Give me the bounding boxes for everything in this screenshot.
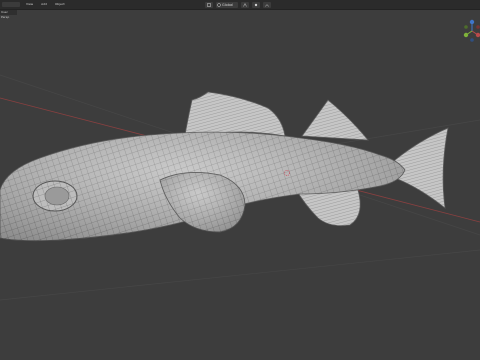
dorsal-fin-front [184, 91, 286, 137]
navigation-gizmo-icon[interactable] [462, 17, 480, 45]
proportional-edit-icon[interactable] [252, 1, 260, 8]
select-box-icon[interactable] [205, 1, 213, 8]
view-menu[interactable]: View [24, 0, 35, 9]
dorsal-fin-rear [301, 99, 369, 141]
transform-tools: Global [205, 1, 271, 8]
transform-orientation-dropdown[interactable]: Global [216, 1, 238, 8]
add-menu[interactable]: Add [39, 0, 49, 9]
3d-viewport[interactable]: View Add Object Global User Persp [0, 0, 480, 360]
scene [0, 74, 480, 301]
transform-orientation-label: Global [222, 2, 234, 7]
view-label: User Persp [0, 10, 17, 19]
eye-inner [44, 186, 70, 206]
snap-icon[interactable] [241, 1, 249, 8]
editor-type-dropdown[interactable] [2, 2, 20, 7]
object-menu[interactable]: Object [53, 0, 67, 9]
falloff-icon[interactable] [263, 1, 271, 8]
header-menu: View Add Object [2, 0, 67, 9]
viewport-header: View Add Object Global [0, 0, 480, 10]
global-transform-icon [217, 2, 221, 7]
